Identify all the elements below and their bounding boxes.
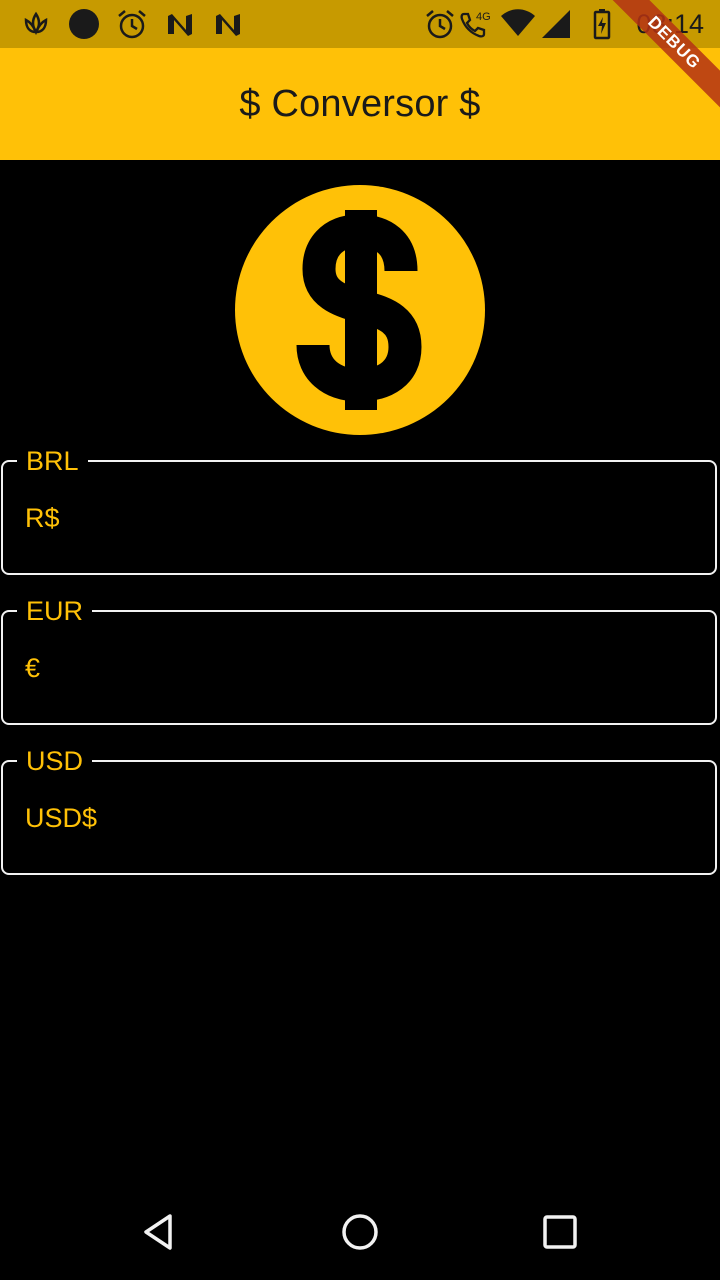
brl-field-label: BRL [17, 446, 88, 476]
status-bar: 4G 08:14 [0, 0, 720, 48]
brl-field-prefix: R$ [25, 503, 60, 533]
circle-notification-icon [69, 9, 99, 39]
n-notification-icon [168, 14, 192, 36]
lotus-notification-icon [24, 11, 48, 36]
battery-charging-icon [593, 9, 611, 40]
status-time: 08:14 [636, 9, 704, 39]
back-icon[interactable] [136, 1208, 184, 1256]
eur-field[interactable]: EUR € [1, 596, 717, 725]
navigation-bar [0, 1184, 720, 1280]
recents-icon[interactable] [536, 1208, 584, 1256]
wifi-icon [501, 9, 535, 36]
alarm-status-icon [426, 10, 454, 39]
alarm-icon [118, 10, 146, 39]
signal-icon [542, 10, 570, 38]
eur-field-label: EUR [17, 596, 93, 626]
app-bar: $ Conversor $ [0, 48, 720, 160]
brl-field[interactable]: BRL R$ [1, 446, 717, 575]
home-icon[interactable] [336, 1208, 384, 1256]
usd-field[interactable]: USD USD$ [1, 746, 717, 875]
call-4g-icon: 4G [460, 11, 491, 38]
n-notification-icon-2 [216, 14, 240, 36]
usd-field-label: USD [17, 746, 93, 776]
page-title: $ Conversor $ [239, 82, 481, 125]
app-screen: 4G 08:14 $ Conversor $ DEBUG BRL R$ EUR [0, 0, 720, 1280]
monetization-icon [235, 185, 485, 435]
eur-field-prefix: € [25, 653, 41, 683]
usd-field-prefix: USD$ [25, 803, 98, 833]
network-type-label: 4G [476, 11, 491, 23]
